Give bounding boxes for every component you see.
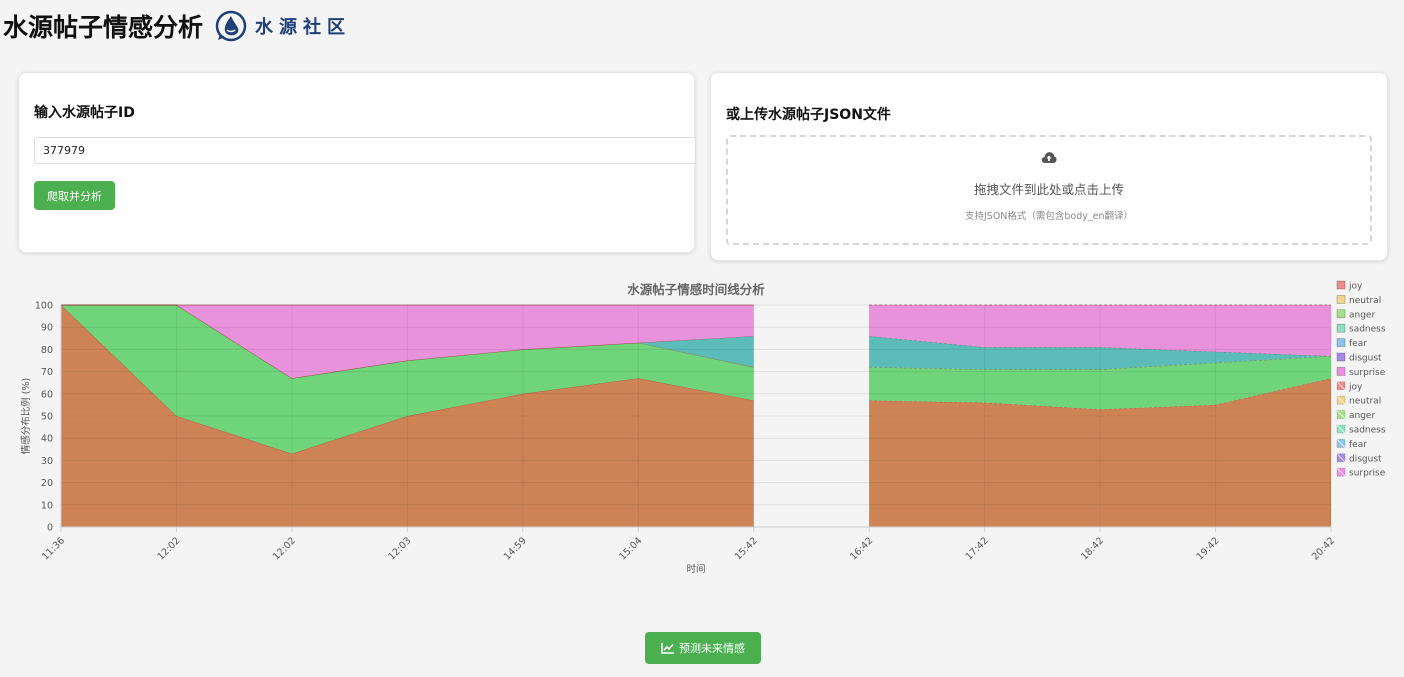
y-tick-label: 70 bbox=[41, 367, 53, 378]
file-dropzone[interactable]: 拖拽文件到此处或点击上传 支持JSON格式（需包含body_en翻译） bbox=[726, 135, 1372, 245]
legend-label: disgust bbox=[1349, 354, 1382, 364]
chart-title: 水源帖子情感时间线分析 bbox=[627, 282, 765, 297]
y-axis-title: 情感分布比例 (%) bbox=[20, 378, 32, 454]
y-tick-label: 0 bbox=[47, 523, 53, 534]
post-id-input[interactable] bbox=[34, 137, 696, 164]
line-chart-icon bbox=[661, 642, 675, 654]
y-tick-label: 40 bbox=[41, 434, 53, 445]
y-tick-label: 50 bbox=[41, 412, 53, 423]
legend-label: joy bbox=[1348, 282, 1363, 292]
legend-label: neutral bbox=[1349, 296, 1381, 306]
legend-label: fear bbox=[1349, 339, 1367, 349]
x-tick-label: 17:42 bbox=[964, 535, 991, 562]
legend-label: joy bbox=[1348, 382, 1363, 392]
page-header: 水源帖子情感分析 水源社区 bbox=[3, 6, 351, 46]
legend-label: surprise bbox=[1349, 469, 1386, 479]
y-tick-label: 90 bbox=[41, 323, 53, 334]
legend-label: neutral bbox=[1349, 397, 1381, 407]
x-tick-label: 19:42 bbox=[1195, 535, 1222, 562]
predict-button-label: 预测未来情感 bbox=[679, 642, 745, 655]
x-axis-title: 时间 bbox=[686, 563, 705, 575]
legend-swatch-fear bbox=[1336, 338, 1346, 347]
legend-swatch-neutral bbox=[1336, 295, 1346, 304]
y-tick-label: 60 bbox=[41, 389, 53, 400]
y-tick-label: 10 bbox=[41, 500, 53, 511]
legend-label: disgust bbox=[1349, 454, 1382, 464]
logo-text: 水源社区 bbox=[255, 17, 352, 38]
predict-future-button[interactable]: 预测未来情感 bbox=[645, 632, 761, 664]
x-tick-label: 20:42 bbox=[1310, 535, 1337, 562]
legend-label: fear bbox=[1349, 440, 1367, 450]
legend-label: anger bbox=[1349, 411, 1375, 421]
x-tick-label: 16:42 bbox=[848, 535, 875, 562]
x-tick-label: 12:03 bbox=[386, 535, 413, 562]
x-tick-label: 12:02 bbox=[271, 535, 298, 562]
legend-label: surprise bbox=[1349, 368, 1386, 378]
legend-swatch-sadness bbox=[1336, 323, 1346, 333]
emotion-timeline-chart: 水源帖子情感时间线分析 0 10 20 30 40 50 60 70 80 90 100 11:36 12… bbox=[20, 280, 1386, 575]
y-tick-label: 100 bbox=[35, 301, 53, 312]
crawl-analyze-button[interactable]: 爬取并分析 bbox=[34, 181, 115, 210]
post-id-panel-title: 输入水源帖子ID bbox=[34, 105, 135, 121]
x-tick-label: 18:42 bbox=[1079, 535, 1106, 562]
shuiyuan-logo-icon bbox=[215, 10, 247, 42]
dropzone-hint: 支持JSON格式（需包含body_en翻译） bbox=[964, 211, 1134, 222]
y-tick-label: 20 bbox=[41, 478, 53, 489]
y-tick-label: 80 bbox=[41, 345, 53, 356]
dropzone-text: 拖拽文件到此处或点击上传 bbox=[973, 182, 1124, 197]
x-tick-label: 11:36 bbox=[40, 535, 67, 562]
upload-panel-title: 或上传水源帖子JSON文件 bbox=[726, 107, 891, 123]
legend-swatch-anger bbox=[1336, 309, 1346, 319]
page-title: 水源帖子情感分析 bbox=[3, 13, 204, 42]
upload-panel: 或上传水源帖子JSON文件 拖拽文件到此处或点击上传 支持JSON格式（需包含b… bbox=[710, 72, 1388, 261]
cloud-upload-icon bbox=[728, 151, 1370, 164]
x-tick-label: 12:02 bbox=[155, 535, 182, 562]
x-tick-label: 15:42 bbox=[733, 535, 760, 562]
x-tick-label: 14:59 bbox=[502, 535, 529, 562]
y-tick-label: 30 bbox=[41, 456, 53, 467]
post-id-panel: 输入水源帖子ID 爬取并分析 bbox=[18, 72, 696, 253]
x-tick-label: 15:04 bbox=[617, 535, 644, 562]
legend-swatch-joy bbox=[1336, 280, 1346, 290]
legend-swatch-surprise bbox=[1336, 367, 1346, 376]
legend-swatch-disgust bbox=[1336, 352, 1346, 362]
legend-label: sadness bbox=[1349, 325, 1386, 335]
logo: 水源社区 bbox=[215, 10, 351, 42]
legend-label: sadness bbox=[1349, 426, 1386, 436]
legend-label: anger bbox=[1349, 310, 1375, 320]
